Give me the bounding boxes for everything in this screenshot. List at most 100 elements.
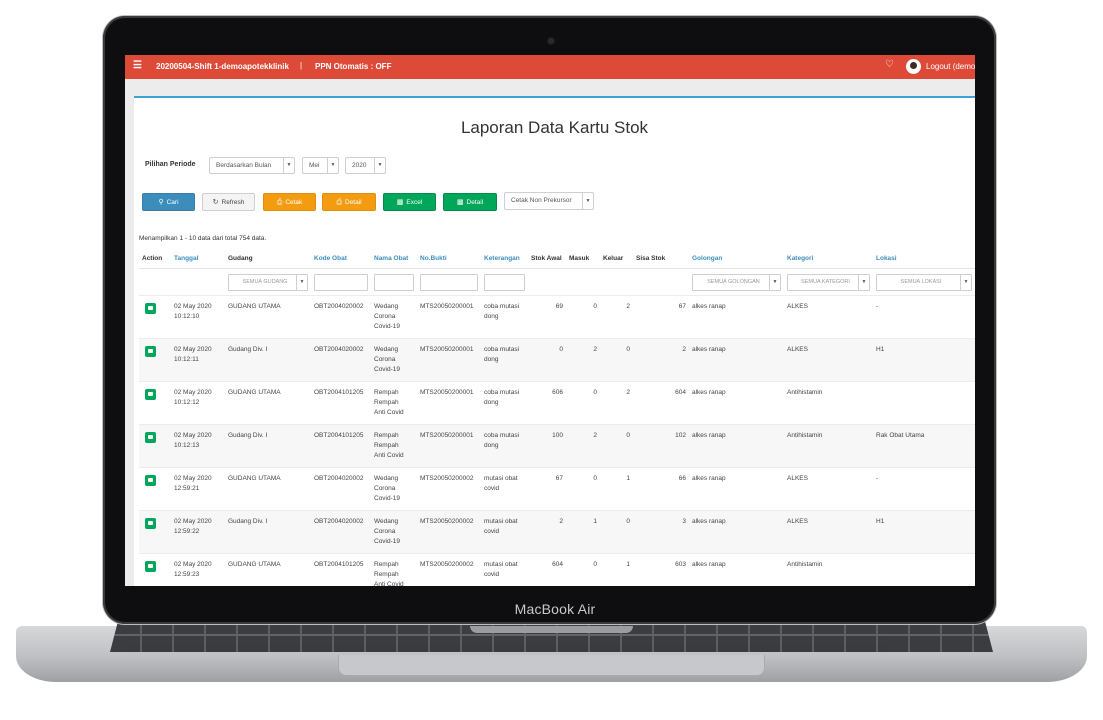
cell-kode: OBT2004101205 [311,424,371,468]
periode-mode-select[interactable]: Berdasarkan Bulan ▼ [209,157,295,174]
print-icon[interactable] [145,561,156,572]
cell-lokasi [873,553,975,586]
cell-sisa: 67 [633,295,689,339]
cell-tanggal: 02 May 2020 12:59:21 [171,467,225,511]
cell-lokasi: - [873,467,975,511]
cell-tanggal: 02 May 2020 10:12:10 [171,295,225,339]
cell-awal: 69 [528,295,566,339]
cell-kode: OBT2004101205 [311,553,371,586]
cell-nama: Wedang Corona Covid-19 [371,338,417,382]
excel-button-label: Excel [406,199,423,206]
year-select[interactable]: 2020 ▼ [345,157,386,174]
col-no-bukti[interactable]: No.Bukti [417,248,481,269]
print-detail-button[interactable]: ⎙ Detail [322,193,376,211]
col-nama-obat[interactable]: Nama Obat [371,248,417,269]
table-row: 02 May 2020 12:59:21 GUDANG UTAMA OBT20040… [139,467,975,511]
cell-bukti: MTS20050200001 [417,338,481,382]
cell-ket: mutasi obat covid [481,510,528,554]
col-sisa-stok: Sisa Stok [633,248,689,269]
cell-kategori: ALKES [784,338,873,382]
laptop-notch [470,626,633,633]
bell-icon[interactable]: ♡ [885,59,894,70]
col-tanggal[interactable]: Tanggal [171,248,225,269]
cell-kode: OBT2004020002 [311,510,371,554]
excel-icon: ▩ [456,199,464,206]
print-icon[interactable] [145,475,156,486]
table-row: 02 May 2020 12:59:23 GUDANG UTAMA OBT20041… [139,553,975,586]
logout-link[interactable]: Logout (demoa [926,62,975,71]
cell-lokasi: H1 [873,338,975,382]
print-icon[interactable] [145,518,156,529]
print-icon[interactable] [145,432,156,443]
avatar[interactable] [906,59,921,74]
cell-nama: Wedang Corona Covid-19 [371,510,417,554]
camera-icon [548,38,554,44]
kategori-filter-select[interactable]: SEMUA KATEGORI ▼ [787,273,870,291]
lokasi-filter-select[interactable]: SEMUA LOKASI ▼ [876,273,972,291]
cell-ket: coba mutasi dong [481,338,528,382]
keterangan-filter-input[interactable] [484,273,525,291]
cell-kode: OBT2004020002 [311,467,371,511]
laptop-touchpad [338,655,765,676]
cell-bukti: MTS20050200001 [417,381,481,425]
cell-golongan: alkes ranap [689,553,784,586]
action-cell [139,381,171,425]
action-cell [139,424,171,468]
search-button[interactable]: ⚲ Cari [142,193,195,211]
search-button-label: Cari [166,199,179,206]
col-lokasi[interactable]: Lokasi [873,248,975,269]
col-keterangan[interactable]: Keterangan [481,248,528,269]
col-golongan[interactable]: Golongan [689,248,784,269]
cell-bukti: MTS20050200002 [417,467,481,511]
print-button[interactable]: ⎙ Cetak [263,193,316,211]
table-row: 02 May 2020 10:12:12 GUDANG UTAMA OBT20041… [139,381,975,425]
col-keluar: Keluar [600,248,633,269]
hamburger-menu-icon[interactable]: ☰ [133,60,142,71]
print-detail-button-label: Detail [344,199,362,206]
col-kategori[interactable]: Kategori [784,248,873,269]
col-kode-obat[interactable]: Kode Obat [311,248,371,269]
navbar-separator: | [300,61,303,70]
action-cell [139,510,171,554]
cell-golongan: alkes ranap [689,467,784,511]
cell-keluar: 0 [600,510,633,554]
cell-keluar: 1 [600,467,633,511]
gudang-filter-value: SEMUA GUDANG [242,278,288,285]
cell-nama: Rempah Rempah Anti Covid [371,553,417,586]
cell-kategori: ALKES [784,467,873,511]
excel-button[interactable]: ▩ Excel [383,193,436,211]
nama-obat-filter-input[interactable] [374,273,414,291]
cell-nama: Rempah Rempah Anti Covid [371,381,417,425]
filter-row: SEMUA GUDANG ▼ SEMUA GOLONGAN ▼ SEMUA KATE… [139,269,975,296]
prekursor-select[interactable]: Cetak Non Prekursor ▼ [504,192,594,210]
golongan-filter-value: SEMUA GOLONGAN [707,278,760,285]
cell-sisa: 3 [633,510,689,554]
chevron-down-icon: ▼ [296,274,307,290]
print-icon[interactable] [145,303,156,314]
excel-detail-button[interactable]: ▩ Detail [443,193,497,211]
table-row: 02 May 2020 10:12:10 GUDANG UTAMA OBT20040… [139,295,975,339]
print-icon: ⎙ [276,199,283,206]
chevron-down-icon: ▼ [327,158,338,173]
ppn-status: PPN Otomatis : OFF [315,62,392,71]
golongan-filter-select[interactable]: SEMUA GOLONGAN ▼ [692,273,781,291]
cell-golongan: alkes ranap [689,338,784,382]
cell-kategori: ALKES [784,295,873,339]
cell-tanggal: 02 May 2020 10:12:13 [171,424,225,468]
refresh-button[interactable]: ↻ Refresh [202,193,255,211]
prekursor-value: Cetak Non Prekursor [511,197,572,204]
print-icon[interactable] [145,389,156,400]
cell-golongan: alkes ranap [689,381,784,425]
print-icon[interactable] [145,346,156,357]
col-action: Action [139,248,171,269]
month-select[interactable]: Mei ▼ [302,157,339,174]
gudang-filter-select[interactable]: SEMUA GUDANG ▼ [228,273,308,291]
report-panel: Laporan Data Kartu Stok Pilihan Periode … [134,96,975,586]
cell-tanggal: 02 May 2020 12:59:23 [171,553,225,586]
col-gudang: Gudang [225,248,311,269]
no-bukti-filter-input[interactable] [420,273,478,291]
cell-gudang: Gudang Div. I [225,424,311,468]
cell-keluar: 2 [600,381,633,425]
cell-lokasi: - [873,295,975,339]
kode-obat-filter-input[interactable] [314,273,368,291]
